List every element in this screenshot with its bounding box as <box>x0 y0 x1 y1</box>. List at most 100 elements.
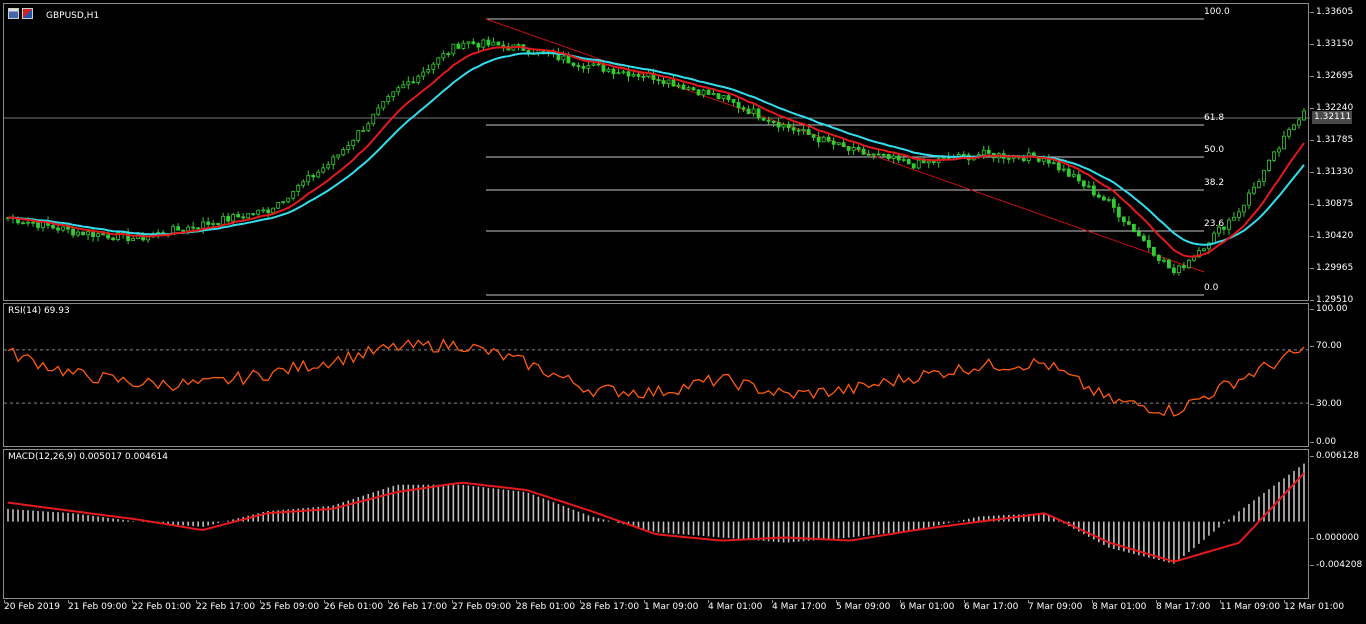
price-axis: 1.33605 1.33150 1.32695 1.32240 1.31785 1.313… <box>1310 3 1366 305</box>
candle-body <box>446 53 451 56</box>
rsi-tick-label: 100.00 <box>1316 304 1348 314</box>
candle-body <box>216 222 221 225</box>
candle-body <box>926 160 931 164</box>
price-tick <box>1310 44 1314 45</box>
time-label: 8 Mar 17:00 <box>1156 602 1211 612</box>
candle-body <box>1111 199 1116 208</box>
price-chart-pane[interactable]: GBPUSD,H1 100.0 61.8 50.0 38.2 23.6 0.0 <box>3 3 1310 302</box>
candle-body <box>251 213 256 216</box>
candle-body <box>816 136 821 143</box>
candle-body <box>641 75 646 78</box>
candle-body <box>131 238 135 242</box>
candle-body <box>716 93 721 100</box>
candle-body <box>1131 223 1136 233</box>
candle-body <box>616 72 621 75</box>
candle-body <box>676 84 681 87</box>
candle-body <box>1061 168 1066 171</box>
candle-body <box>791 127 796 131</box>
time-label: 7 Mar 09:00 <box>1028 602 1083 612</box>
candle-body <box>1247 192 1251 206</box>
candle-body <box>431 63 436 70</box>
candle-body <box>796 129 801 132</box>
candle-body <box>101 233 105 236</box>
candle-body <box>91 231 95 237</box>
candle-body <box>786 123 791 129</box>
slow-moving-average-line <box>8 52 1305 246</box>
candle-body <box>691 87 696 91</box>
candle-body <box>831 140 836 145</box>
macd-tick <box>1310 565 1314 566</box>
candle-body <box>306 175 311 183</box>
time-label: 12 Mar 01:00 <box>1284 602 1345 612</box>
candle-body <box>591 63 596 66</box>
candle-body <box>111 237 115 241</box>
candle-body <box>1267 159 1271 171</box>
candle-body <box>1262 169 1266 182</box>
candle-body <box>1051 162 1056 165</box>
current-price-badge: 1.32111 <box>1312 111 1352 124</box>
candle-body <box>351 139 356 146</box>
macd-chart-svg[interactable] <box>4 450 1310 600</box>
candle-body <box>631 74 636 77</box>
candle-body <box>1116 206 1121 218</box>
candle-body <box>221 215 226 225</box>
candle-body <box>246 213 251 219</box>
candle-body <box>331 156 336 165</box>
candle-body <box>456 43 461 49</box>
candle-body <box>261 209 266 212</box>
candle-body <box>1252 186 1256 194</box>
candle-body <box>31 221 35 224</box>
candle-body <box>406 81 411 86</box>
candle-body <box>61 226 65 231</box>
fibo-level-label: 50.0 <box>1204 145 1225 155</box>
rsi-chart-svg[interactable] <box>4 304 1310 448</box>
candle-body <box>906 159 911 165</box>
candle-body <box>561 55 566 61</box>
candle-body <box>86 231 90 236</box>
candle-body <box>1292 124 1296 130</box>
price-tick <box>1310 12 1314 13</box>
candle-body <box>751 108 756 115</box>
time-label: 22 Feb 17:00 <box>196 602 256 612</box>
candle-body <box>106 234 110 239</box>
time-label: 5 Mar 09:00 <box>836 602 891 612</box>
candle-body <box>671 79 676 87</box>
candle-body <box>286 197 291 203</box>
candle-body <box>441 53 446 59</box>
candle-body <box>426 69 431 73</box>
candle-body <box>1182 265 1186 269</box>
candle-body <box>271 207 276 214</box>
candle-body <box>1101 196 1106 201</box>
macd-pane[interactable]: MACD(12,26,9) 0.005017 0.004614 <box>3 449 1309 599</box>
candle-body <box>1006 157 1011 160</box>
rsi-pane[interactable]: RSI(14) 69.93 <box>3 303 1310 448</box>
candle-body <box>581 66 586 69</box>
candle-body <box>56 227 60 231</box>
candle-body <box>1212 232 1216 244</box>
candle-body <box>861 148 866 155</box>
macd-signal-line <box>7 472 1305 563</box>
price-tick-label: 1.33605 <box>1316 7 1354 17</box>
candle-body <box>381 101 386 109</box>
price-chart-svg[interactable] <box>4 4 1310 302</box>
candle-body <box>901 159 906 161</box>
fibo-level-label: 0.0 <box>1204 283 1219 293</box>
candle-body <box>841 142 846 148</box>
candle-body <box>1146 240 1151 248</box>
rsi-line <box>7 337 1305 417</box>
time-label: 27 Feb 09:00 <box>452 602 512 612</box>
time-label: 26 Feb 17:00 <box>388 602 448 612</box>
candle-body <box>886 153 891 159</box>
rsi-tick-label: 30.00 <box>1316 399 1342 409</box>
candle-body <box>1151 246 1156 256</box>
candle-body <box>1081 180 1086 187</box>
rsi-tick <box>1310 404 1314 405</box>
candle-body <box>21 222 25 225</box>
candle-body <box>471 41 476 44</box>
price-tick <box>1310 172 1314 173</box>
candle-body <box>776 122 781 128</box>
candle-body <box>436 57 441 65</box>
candle-body <box>461 42 466 49</box>
price-tick <box>1310 236 1314 237</box>
candle-body <box>661 80 666 84</box>
